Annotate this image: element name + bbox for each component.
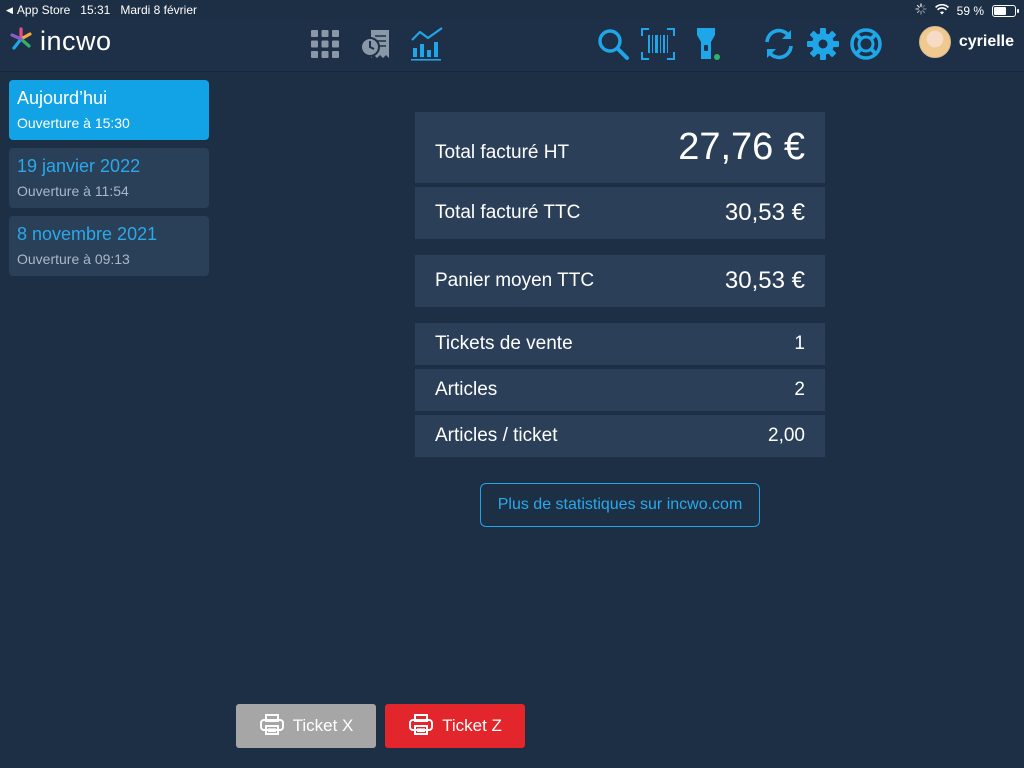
username[interactable]: cyrielle [959,33,1014,51]
stat-panier-moyen: Panier moyen TTC 30,53 € [415,255,825,307]
search-icon[interactable] [595,26,631,62]
stat-value: 1 [794,333,805,354]
app-logo: incwo [8,26,112,57]
status-time: 15:31 [80,3,111,17]
stat-articles: Articles 2 [415,369,825,411]
session-title: 19 janvier 2022 [17,156,141,176]
session-opening: Ouverture à 11:54 [17,183,129,199]
incwo-logo-icon [8,26,34,57]
stats-chart-icon[interactable] [409,26,445,62]
stat-label: Panier moyen TTC [435,270,595,291]
user-menu[interactable]: cyrielle [918,26,1014,58]
stat-articles-per-ticket: Articles / ticket 2,00 [415,415,825,457]
back-arrow-icon[interactable]: ◀ [6,5,13,16]
ticket-z-button[interactable]: Ticket Z [385,704,525,748]
help-lifebuoy-icon[interactable] [848,26,884,62]
session-opening: Ouverture à 09:13 [17,251,130,267]
status-date: Mardi 8 février [120,3,198,17]
avatar[interactable] [918,26,951,58]
session-title: Aujourd’hui [17,88,108,108]
session-list: Aujourd’hui Ouverture à 15:30 19 janvier… [9,80,209,284]
receipt-clock-icon[interactable] [358,26,394,62]
stat-label: Articles [435,379,498,400]
sync-icon[interactable] [761,26,797,62]
session-item-today[interactable]: Aujourd’hui Ouverture à 15:30 [9,80,209,140]
printer-icon [408,713,434,740]
session-title: 8 novembre 2021 [17,224,158,244]
logo-text: incwo [40,26,112,56]
ticket-x-button[interactable]: Ticket X [236,704,376,748]
back-app-label[interactable]: App Store [17,3,70,17]
barcode-scan-icon[interactable] [640,26,676,62]
session-item-2022-01-19[interactable]: 19 janvier 2022 Ouverture à 11:54 [9,148,209,208]
stat-label: Articles / ticket [435,425,558,446]
ticket-z-label: Ticket Z [442,716,502,735]
stat-label: Total facturé HT [435,141,570,163]
status-bar: ◀ App Store 15:31 Mardi 8 février 59 % [0,0,1024,20]
stat-value: 2 [794,379,805,400]
grid-icon[interactable] [307,26,343,62]
session-item-2021-11-08[interactable]: 8 novembre 2021 Ouverture à 09:13 [9,216,209,276]
stat-value: 2,00 [768,425,805,446]
stat-label: Tickets de vente [435,333,573,354]
stat-label: Total facturé TTC [435,202,581,223]
stat-total-ttc: Total facturé TTC 30,53 € [415,187,825,239]
battery-icon [992,4,1019,17]
flashlight-icon[interactable] [688,26,724,62]
stat-value: 30,53 € [724,199,805,226]
loading-spinner-icon [915,3,927,18]
top-nav: incwo cyrielle [0,20,1024,72]
stat-value: 27,76 € [678,126,805,168]
more-stats-button[interactable]: Plus de statistiques sur incwo.com [480,483,760,527]
gear-icon[interactable] [805,26,841,62]
session-opening: Ouverture à 15:30 [17,115,130,131]
stats-panel: Total facturé HT 27,76 € Total facturé T… [415,112,825,461]
stat-value: 30,53 € [724,267,805,294]
stat-tickets: Tickets de vente 1 [415,323,825,365]
printer-icon [259,713,285,740]
stat-total-ht: Total facturé HT 27,76 € [415,112,825,183]
battery-percent: 59 % [956,3,984,18]
wifi-icon [934,3,949,18]
ticket-x-label: Ticket X [292,716,354,735]
